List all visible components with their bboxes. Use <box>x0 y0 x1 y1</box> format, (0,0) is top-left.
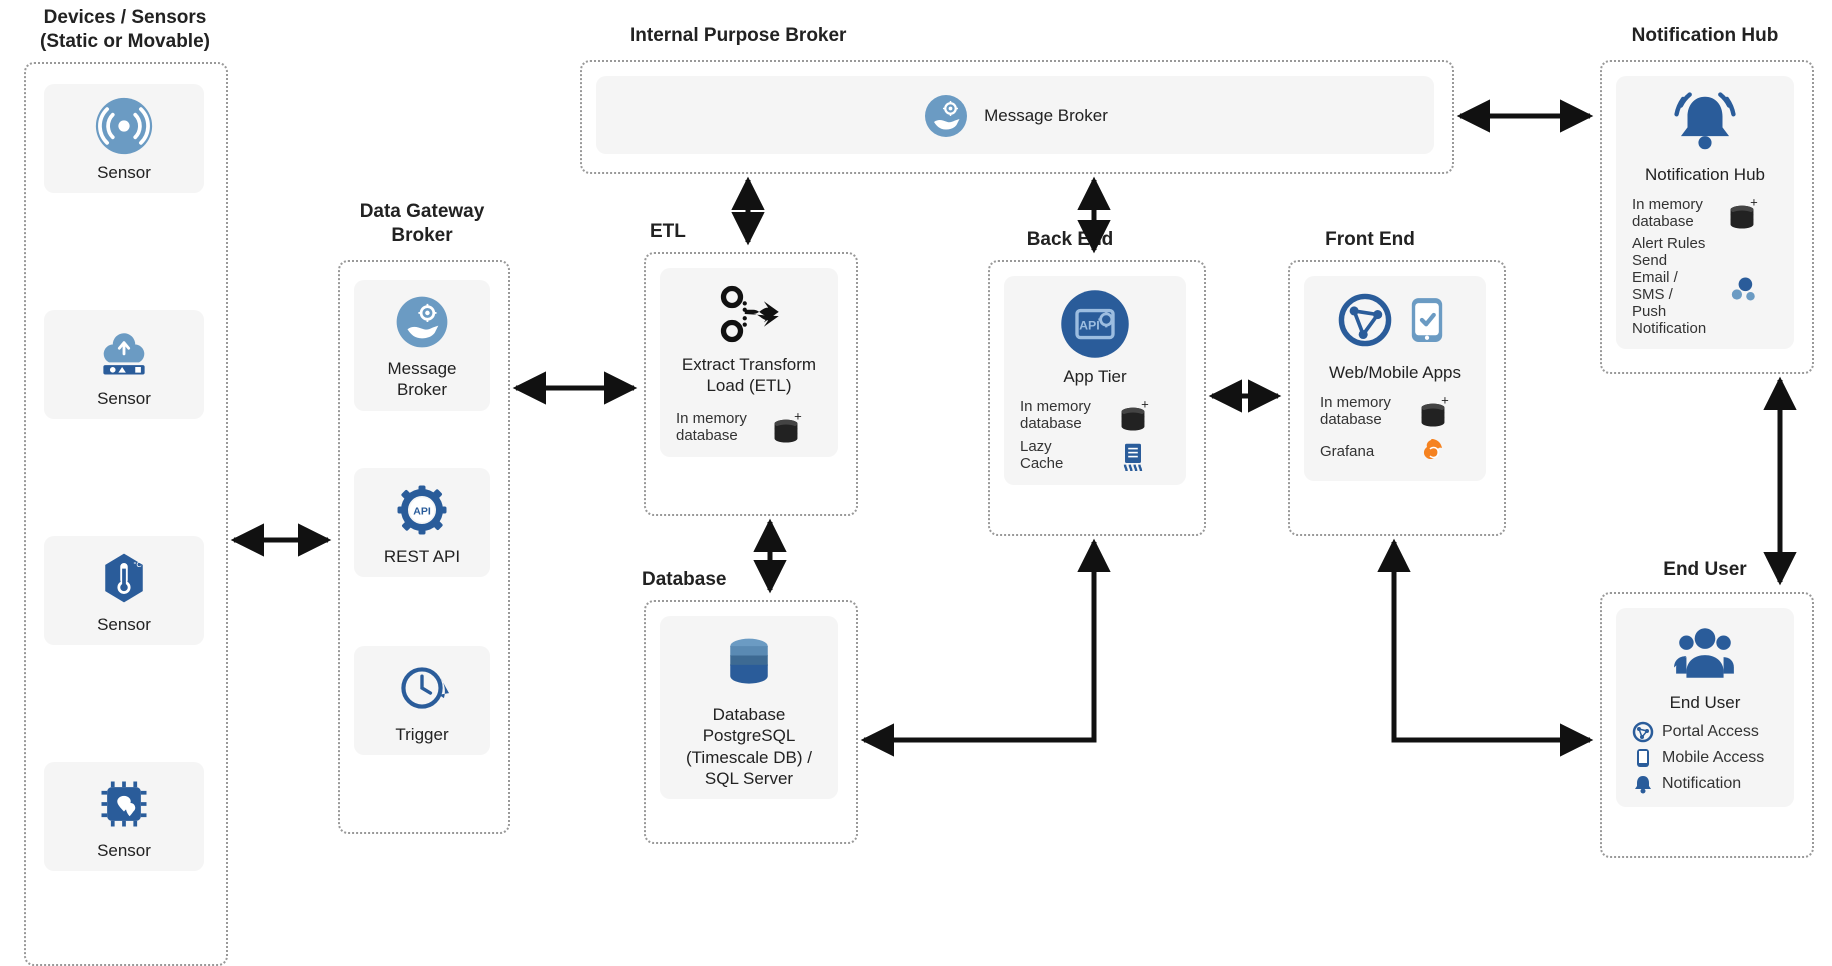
feature-notif-label: Notification <box>1662 775 1741 793</box>
sensor-thermo-icon <box>94 548 154 608</box>
lazy-cache-icon <box>1095 437 1170 473</box>
frontend-group-title: Front End <box>1300 228 1440 252</box>
message-broker-hand-icon <box>922 92 970 140</box>
feature-notif: Notification <box>1626 771 1784 797</box>
notification-group-title: Notification Hub <box>1600 24 1810 48</box>
phone-check-icon <box>1400 289 1454 356</box>
mini-globe-icon <box>1632 721 1654 743</box>
sensor-radio-icon <box>94 96 154 156</box>
bell-alert-icon <box>1668 88 1742 158</box>
notification-hub-label: Notification Hub <box>1626 164 1784 185</box>
internal-broker-label: Message Broker <box>984 105 1108 126</box>
internal-broker-card: Message Broker <box>596 76 1434 154</box>
fe-inmem-label: In memorydatabase <box>1320 394 1395 428</box>
rest-api-label: REST API <box>364 546 480 567</box>
api-circle-icon <box>1059 288 1131 360</box>
enduser-group-title: End User <box>1600 558 1810 582</box>
in-memory-db-icon <box>1705 195 1778 231</box>
sensor-4-label: Sensor <box>54 840 194 861</box>
sensor-chip-icon <box>94 774 154 834</box>
gateway-broker-label: MessageBroker <box>364 358 480 401</box>
in-memory-db-icon <box>1095 397 1170 433</box>
sensor-card-4: Sensor <box>44 762 204 871</box>
notification-hub-card: Notification Hub In memorydatabase Alert… <box>1616 76 1794 349</box>
message-broker-icon <box>392 292 452 352</box>
gateway-group-title: Data GatewayBroker <box>332 200 512 248</box>
sensor-cloud-icon <box>94 322 154 382</box>
app-lazy-label: Lazy Cache <box>1020 438 1095 472</box>
etl-label: Extract TransformLoad (ETL) <box>670 354 828 397</box>
database-group-title: Database <box>642 568 762 592</box>
etl-card: Extract TransformLoad (ETL) In memorydat… <box>660 268 838 457</box>
etl-icon <box>711 280 787 348</box>
in-memory-db-icon <box>1395 393 1470 429</box>
web-mobile-label: Web/Mobile Apps <box>1314 362 1476 383</box>
sensor-card-1: Sensor <box>44 84 204 193</box>
backend-group-title: Back End <box>1000 228 1140 252</box>
grafana-icon <box>1395 433 1470 469</box>
internal-broker-title: Internal Purpose Broker <box>620 24 1480 48</box>
api-gear-icon <box>392 480 452 540</box>
feature-mobile: Mobile Access <box>1626 745 1784 771</box>
web-mobile-card: Web/Mobile Apps In memorydatabase Grafan… <box>1304 276 1486 481</box>
feature-portal-label: Portal Access <box>1662 723 1759 741</box>
etl-inmem-label: In memorydatabase <box>676 410 749 444</box>
notif-alert-label: Alert RulesSend Email /SMS / Push Notifi… <box>1632 235 1706 337</box>
sensor-2-label: Sensor <box>54 388 194 409</box>
globe-icon <box>1336 291 1394 354</box>
feature-mobile-label: Mobile Access <box>1662 749 1764 767</box>
in-memory-db-icon <box>749 409 822 445</box>
mini-bell-icon <box>1632 773 1654 795</box>
etl-group-title: ETL <box>650 220 730 244</box>
devices-group-title: Devices / Sensors(Static or Movable) <box>20 6 230 54</box>
trigger-label: Trigger <box>364 724 480 745</box>
sensor-card-3: Sensor <box>44 536 204 645</box>
app-tier-card: App Tier In memorydatabase Lazy Cache <box>1004 276 1186 485</box>
sensor-card-2: Sensor <box>44 310 204 419</box>
end-user-card: End User Portal Access Mobile Access Not… <box>1616 608 1794 807</box>
database-label: DatabasePostgreSQL(Timescale DB) /SQL Se… <box>670 704 828 789</box>
notif-inmem-label: In memorydatabase <box>1632 196 1705 230</box>
database-card: DatabasePostgreSQL(Timescale DB) /SQL Se… <box>660 616 838 799</box>
app-tier-label: App Tier <box>1014 366 1176 387</box>
sensor-1-label: Sensor <box>54 162 194 183</box>
app-inmem-label: In memorydatabase <box>1020 398 1095 432</box>
gateway-broker-card: MessageBroker <box>354 280 490 411</box>
users-group-icon <box>1665 620 1745 686</box>
sensor-3-label: Sensor <box>54 614 194 635</box>
gears-icon <box>1706 268 1778 304</box>
end-user-label: End User <box>1626 692 1784 713</box>
mini-phone-icon <box>1632 747 1654 769</box>
trigger-card: Trigger <box>354 646 490 755</box>
fe-grafana-label: Grafana <box>1320 443 1395 460</box>
trigger-clock-icon <box>392 658 452 718</box>
database-stack-icon <box>719 628 779 698</box>
rest-api-card: REST API <box>354 468 490 577</box>
feature-portal: Portal Access <box>1626 719 1784 745</box>
